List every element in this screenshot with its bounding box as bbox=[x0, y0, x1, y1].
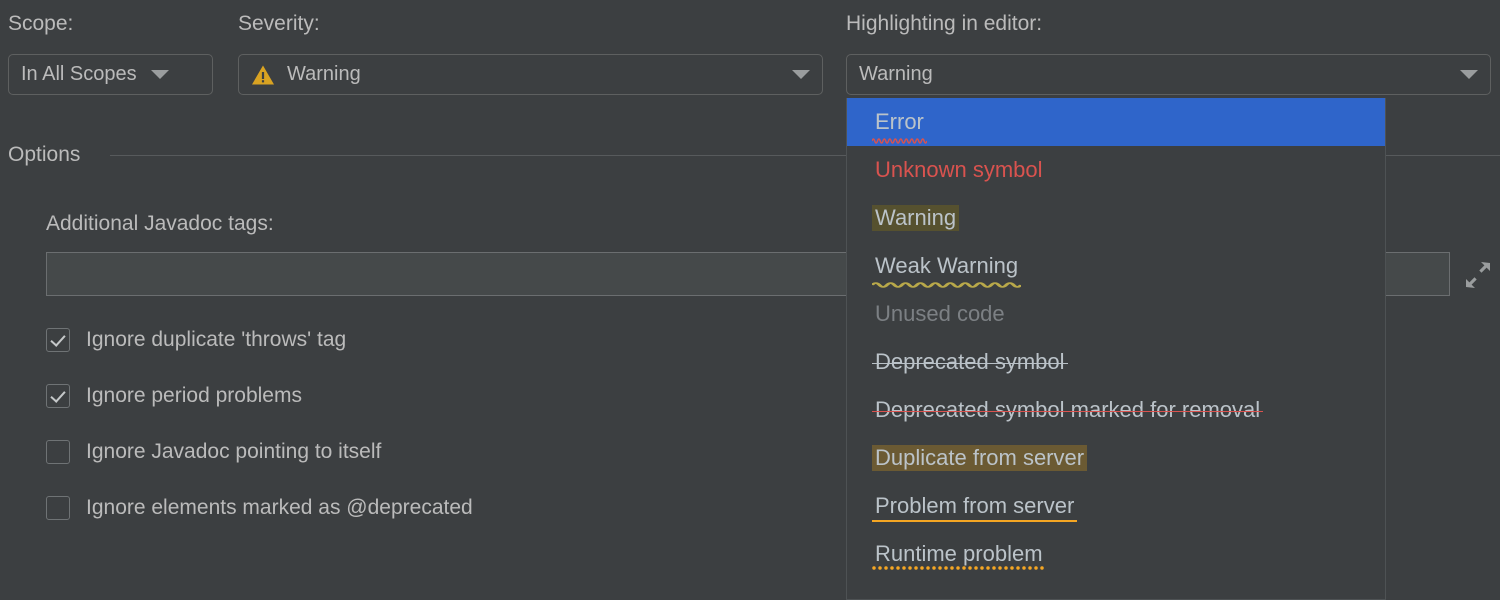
checkbox-ignore-javadoc-pointing-to-itself[interactable] bbox=[46, 440, 70, 464]
scope-label: Scope: bbox=[8, 12, 74, 35]
dropdown-item-duplicate-from-server[interactable]: Duplicate from server bbox=[847, 434, 1385, 482]
dropdown-item-unused-code[interactable]: Unused code bbox=[847, 290, 1385, 338]
checkbox-row-ignore-elements-marked-deprecated[interactable]: Ignore elements marked as @deprecated bbox=[46, 493, 473, 523]
dropdown-item-deprecated-symbol[interactable]: Deprecated symbol bbox=[847, 338, 1385, 386]
severity-label: Severity: bbox=[238, 12, 320, 35]
warning-triangle-icon bbox=[251, 64, 275, 86]
dropdown-item-label: Duplicate from server bbox=[872, 445, 1088, 471]
checkbox-ignore-duplicate-throws-tag[interactable] bbox=[46, 328, 70, 352]
dropdown-item-warning[interactable]: Warning bbox=[847, 194, 1385, 242]
dropdown-item-runtime-problem[interactable]: Runtime problem bbox=[847, 530, 1385, 578]
highlighting-combobox[interactable]: Warning bbox=[846, 54, 1491, 95]
severity-combobox[interactable]: Warning bbox=[238, 54, 823, 95]
highlighting-dropdown-popup[interactable]: Error Unknown symbol Warning Weak Warnin… bbox=[846, 98, 1386, 600]
scope-dropdown-button[interactable]: In All Scopes bbox=[8, 54, 213, 95]
checkbox-label: Ignore Javadoc pointing to itself bbox=[86, 440, 382, 463]
dropdown-item-deprecated-symbol-marked-for-removal[interactable]: Deprecated symbol marked for removal bbox=[847, 386, 1385, 434]
checkbox-label: Ignore elements marked as @deprecated bbox=[86, 496, 473, 519]
dropdown-item-label: Deprecated symbol bbox=[872, 349, 1068, 375]
checkbox-label: Ignore duplicate 'throws' tag bbox=[86, 328, 347, 351]
chevron-down-icon bbox=[792, 70, 810, 79]
dropdown-item-label: Weak Warning bbox=[872, 253, 1022, 288]
dropdown-item-label: Unknown symbol bbox=[875, 157, 1043, 182]
highlighting-label: Highlighting in editor: bbox=[846, 12, 1043, 35]
scope-value: In All Scopes bbox=[21, 63, 137, 85]
options-group-title: Options bbox=[8, 143, 81, 166]
dropdown-item-label: Error bbox=[872, 109, 927, 144]
dropdown-item-label: Deprecated symbol marked for removal bbox=[872, 397, 1264, 423]
dropdown-item-label: Warning bbox=[872, 205, 960, 231]
expand-arrows-icon[interactable] bbox=[1462, 259, 1492, 289]
checkbox-ignore-elements-marked-deprecated[interactable] bbox=[46, 496, 70, 520]
yellow-squiggle-icon bbox=[872, 279, 1022, 288]
dropdown-item-problem-from-server[interactable]: Problem from server bbox=[847, 482, 1385, 530]
dropdown-item-weak-warning[interactable]: Weak Warning bbox=[847, 242, 1385, 290]
chevron-down-icon bbox=[150, 70, 169, 79]
highlighting-value: Warning bbox=[859, 63, 933, 85]
chevron-down-icon bbox=[1460, 70, 1478, 79]
javadoc-tags-label: Additional Javadoc tags: bbox=[46, 212, 274, 235]
dropdown-item-label: Runtime problem bbox=[872, 541, 1046, 570]
checkbox-label: Ignore period problems bbox=[86, 384, 302, 407]
dropdown-item-label: Unused code bbox=[875, 301, 1005, 326]
checkbox-row-ignore-duplicate-throws-tag[interactable]: Ignore duplicate 'throws' tag bbox=[46, 325, 346, 355]
dropdown-item-label: Problem from server bbox=[872, 493, 1078, 523]
red-squiggle-icon bbox=[872, 135, 927, 144]
dropdown-item-unknown-symbol[interactable]: Unknown symbol bbox=[847, 146, 1385, 194]
checkbox-row-ignore-period-problems[interactable]: Ignore period problems bbox=[46, 381, 302, 411]
dropdown-item-error[interactable]: Error bbox=[847, 98, 1385, 146]
checkbox-row-ignore-javadoc-pointing-to-itself[interactable]: Ignore Javadoc pointing to itself bbox=[46, 437, 381, 467]
checkbox-ignore-period-problems[interactable] bbox=[46, 384, 70, 408]
severity-value: Warning bbox=[287, 63, 361, 85]
